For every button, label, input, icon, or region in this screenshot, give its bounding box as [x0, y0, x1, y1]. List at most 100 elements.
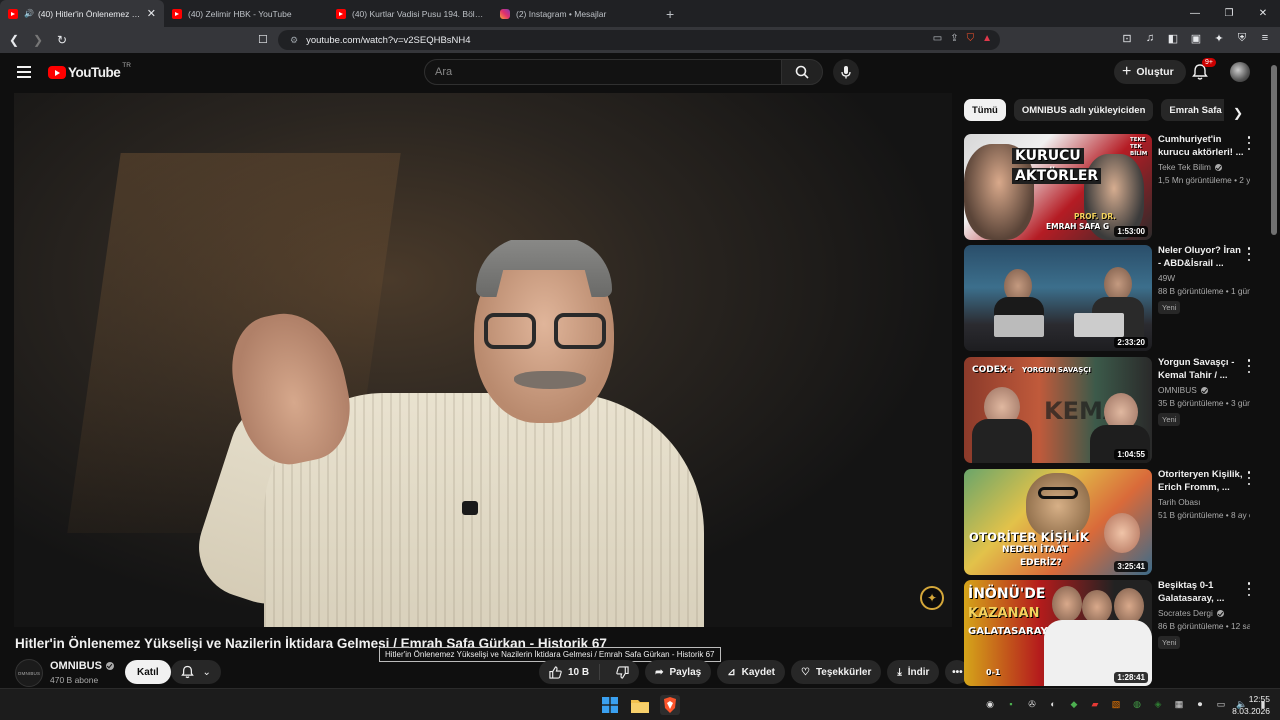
brave-rewards-icon[interactable]: ▲ [982, 33, 992, 44]
speaker-icon[interactable]: 🔊 [24, 9, 34, 18]
verified-icon [1216, 609, 1224, 617]
video-thumbnail[interactable]: OTORİTER KİŞİLİK NEDEN İTAAT EDERİZ? 3:2… [964, 469, 1152, 575]
music-icon[interactable]: ♫ [1143, 32, 1157, 45]
brave-shield-icon[interactable]: ⛉ [967, 33, 975, 44]
forward-icon[interactable]: ❯ [28, 30, 48, 50]
minimize-icon[interactable]: — [1178, 0, 1212, 27]
video-thumbnail[interactable]: CODEX+ YORGUN SAVAŞÇI KEMAL 1:04:55 [964, 357, 1152, 463]
share-icon[interactable]: ⇪ [950, 33, 958, 44]
site-info-icon[interactable]: ⚙ [290, 35, 298, 46]
new-tab-button[interactable]: + [656, 0, 684, 27]
download-button[interactable]: ⤓ İndir [887, 660, 940, 684]
tray-app-icon[interactable]: ◐ [1047, 698, 1059, 710]
chip-from-uploader[interactable]: OMNIBUS adlı yükleyiciden [1013, 99, 1154, 121]
youtube-icon [336, 8, 346, 19]
channel-name-text: OMNIBUS [50, 660, 102, 672]
taskbar-clock[interactable]: 12:55 8.03.2026 [1226, 693, 1270, 717]
more-vertical-icon[interactable] [1244, 582, 1254, 596]
recommendation-title[interactable]: Yorgun Savaşçı - Kemal Tahir / ... [1158, 357, 1244, 382]
dislike-button[interactable] [606, 665, 639, 679]
recommendation-channel-text: 49W [1158, 273, 1176, 283]
thumbnail-text: CODEX+ [972, 365, 1015, 375]
chevron-right-icon[interactable]: ❯ [1228, 103, 1248, 123]
sidebar-icon[interactable]: ◧ [1166, 32, 1180, 45]
youtube-logo[interactable]: YouTube TR [48, 62, 131, 80]
back-icon[interactable]: ❮ [4, 30, 24, 50]
recommendation-title[interactable]: Cumhuriyet'in kurucu aktörleri! ... [1158, 134, 1244, 159]
recommendation-title[interactable]: Otoriteryen Kişilik, Erich Fromm, ... [1158, 469, 1244, 494]
new-badge: Yeni [1158, 301, 1181, 314]
file-explorer-icon[interactable] [630, 695, 650, 715]
hamburger-menu-icon[interactable] [17, 66, 31, 78]
screenshot-icon[interactable]: ⊡ [1120, 32, 1134, 45]
video-duration: 3:25:41 [1114, 561, 1148, 572]
video-thumbnail[interactable]: KURUCU AKTÖRLER PROF. DR. EMRAH SAFA G T… [964, 134, 1152, 240]
recommendation-item[interactable]: İNÖNÜ'DE KAZANAN GALATASARAY 0-1 1:28:41… [964, 580, 1264, 686]
subscription-notifications-button[interactable]: ⌄ [171, 660, 221, 684]
wallet-icon[interactable]: ▣ [1189, 32, 1203, 45]
channel-name[interactable]: OMNIBUS [50, 660, 114, 672]
video-player[interactable]: ✦ [14, 93, 952, 627]
close-window-icon[interactable]: ✕ [1246, 0, 1280, 27]
tray-app-icon[interactable]: ▧ [1110, 698, 1122, 710]
thumbnail-text: PROF. DR. [1074, 212, 1117, 221]
menu-icon[interactable]: ≡ [1258, 32, 1272, 45]
share-button[interactable]: ➦ Paylaş [645, 660, 712, 684]
join-button[interactable]: Katıl [125, 660, 171, 684]
tray-app-icon[interactable]: ◉ [984, 698, 996, 710]
chip-all[interactable]: Tümü [964, 99, 1006, 121]
tray-app-icon[interactable]: ✇ [1026, 698, 1038, 710]
create-button[interactable]: + Oluştur [1114, 60, 1186, 84]
search-button[interactable] [781, 59, 823, 85]
notifications-button[interactable]: 9+ [1192, 58, 1216, 83]
brave-browser-icon[interactable] [660, 695, 680, 715]
scrollbar-thumb[interactable] [1271, 65, 1277, 235]
recommendation-title[interactable]: Beşiktaş 0-1 Galatasaray, ... [1158, 580, 1244, 605]
tray-app-icon[interactable]: ◆ [1068, 698, 1080, 710]
windows-start-icon[interactable] [600, 695, 620, 715]
cast-icon[interactable]: ▭ [933, 33, 942, 44]
microphone-icon[interactable]: ⏺ [1194, 698, 1206, 710]
browser-tab[interactable]: (40) Zelimir HBK - YouTube [164, 0, 328, 27]
recommendation-item[interactable]: OTORİTER KİŞİLİK NEDEN İTAAT EDERİZ? 3:2… [964, 469, 1264, 575]
search-input[interactable]: Ara [424, 59, 782, 85]
channel-watermark-icon[interactable]: ✦ [920, 586, 944, 610]
page-scrollbar[interactable] [1270, 55, 1278, 685]
leo-ai-icon[interactable]: ✦ [1212, 32, 1226, 45]
tray-app-icon[interactable]: ◈ [1152, 698, 1164, 710]
tray-app-icon[interactable]: ▪ [1005, 698, 1017, 710]
video-duration: 1:53:00 [1114, 226, 1148, 237]
tray-app-icon[interactable]: ▦ [1173, 698, 1185, 710]
bookmark-icon[interactable]: ☐ [258, 33, 268, 46]
browser-tab[interactable]: (40) Kurtlar Vadisi Pusu 194. Bölüm - [328, 0, 492, 27]
thanks-button[interactable]: ♡ Teşekkürler [790, 660, 882, 684]
channel-avatar[interactable]: OMNIBUS [15, 659, 43, 687]
tray-app-icon[interactable]: ▰ [1089, 698, 1101, 710]
recommendation-meta: 1,5 Mn görüntüleme • 2 yıl önce [1158, 175, 1250, 185]
recommendation-filter-chips: Tümü OMNIBUS adlı yükleyiciden Emrah Saf… [964, 99, 1224, 121]
save-button[interactable]: ⊿ Kaydet [717, 660, 785, 684]
chip-topic[interactable]: Emrah Safa Gürkan [1161, 99, 1224, 121]
like-button[interactable]: 10 B [539, 664, 601, 680]
browser-tab[interactable]: 🔊 (40) Hitler'in Önlenemez Yükse ✕ [0, 0, 164, 27]
recommendation-title[interactable]: Neler Oluyor? İran - ABD&İsrail ... [1158, 245, 1244, 270]
restore-icon[interactable]: ❐ [1212, 0, 1246, 27]
voice-search-button[interactable] [833, 59, 859, 85]
more-vertical-icon[interactable] [1244, 136, 1254, 150]
reload-icon[interactable]: ↻ [52, 30, 72, 50]
tray-app-icon[interactable]: ◍ [1131, 698, 1143, 710]
address-bar[interactable]: ⚙ youtube.com/watch?v=v2SEQHBsNH4 ▭ ⇪ ⛉ … [278, 30, 1000, 50]
account-avatar[interactable] [1230, 62, 1250, 82]
close-tab-icon[interactable]: ✕ [147, 7, 156, 20]
more-vertical-icon[interactable] [1244, 471, 1254, 485]
recommendation-item[interactable]: 2:33:20 Neler Oluyor? İran - ABD&İsrail … [964, 245, 1264, 351]
video-thumbnail[interactable]: İNÖNÜ'DE KAZANAN GALATASARAY 0-1 1:28:41 [964, 580, 1152, 686]
vpn-icon[interactable]: ⛨ [1235, 32, 1249, 45]
recommendation-item[interactable]: CODEX+ YORGUN SAVAŞÇI KEMAL 1:04:55 Yorg… [964, 357, 1264, 463]
more-vertical-icon[interactable] [1244, 247, 1254, 261]
video-frame-glasses [484, 313, 614, 353]
recommendation-item[interactable]: KURUCU AKTÖRLER PROF. DR. EMRAH SAFA G T… [964, 134, 1264, 240]
browser-tab[interactable]: (2) Instagram • Mesajlar [492, 0, 656, 27]
video-thumbnail[interactable]: 2:33:20 [964, 245, 1152, 351]
more-vertical-icon[interactable] [1244, 359, 1254, 373]
